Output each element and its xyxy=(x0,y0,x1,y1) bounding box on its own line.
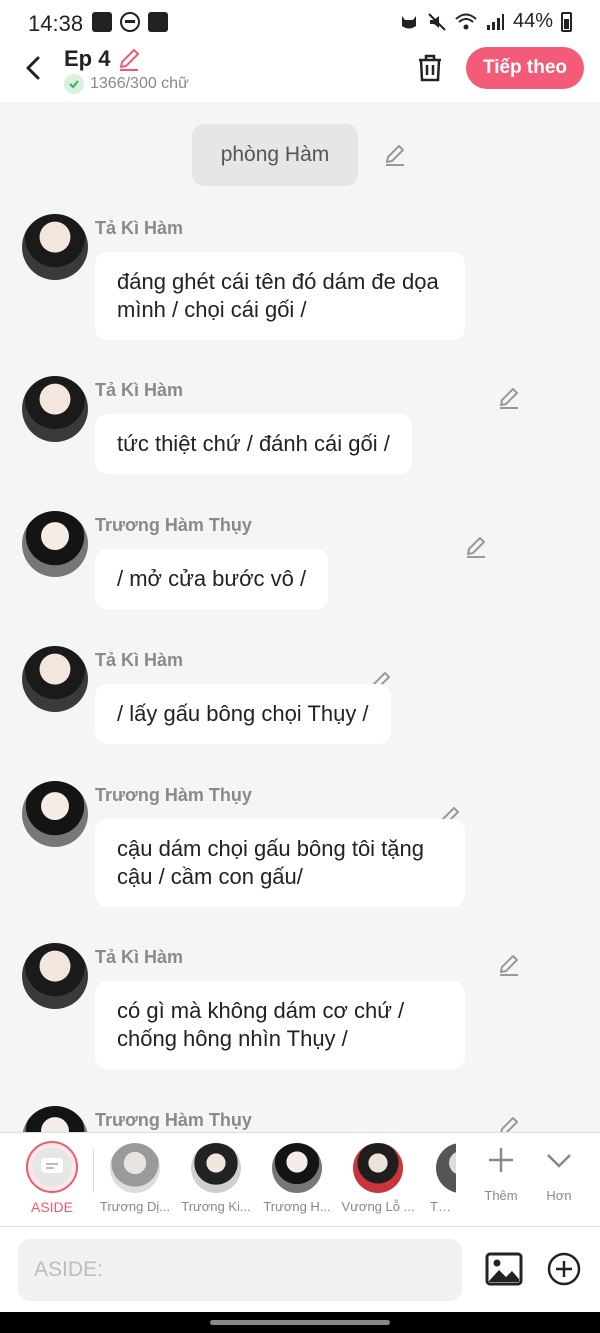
add-character-button[interactable]: Thêm xyxy=(476,1145,526,1203)
message-bubble[interactable]: / lấy gấu bông chọi Thụy / xyxy=(95,684,391,744)
character-name: Vương Lỗ ... xyxy=(341,1199,415,1214)
mute-icon xyxy=(428,12,446,31)
add-circle-icon[interactable] xyxy=(546,1251,582,1287)
message-bubble[interactable]: cậu dám chọi gấu bông tôi tặng cậu / cầm… xyxy=(95,819,465,907)
message-bubble[interactable]: đáng ghét cái tên đó dám đe dọa mình / c… xyxy=(95,252,465,340)
character-name: Trương Dị... xyxy=(99,1199,171,1214)
cat-icon xyxy=(401,15,416,28)
notification-icons xyxy=(92,12,168,32)
sender-name: Tả Kì Hàm xyxy=(95,947,184,967)
sender-name: Tả Kì Hàm xyxy=(95,650,184,670)
sender-name: Trương Hàm Thụy xyxy=(95,1110,252,1130)
avatar[interactable] xyxy=(22,511,88,577)
avatar[interactable] xyxy=(22,943,88,1009)
status-time: 14:38 xyxy=(28,11,84,36)
plus-icon xyxy=(489,1148,513,1172)
composer xyxy=(0,1226,600,1312)
chat-area[interactable]: phòng Hàm Tả Kì Hàm đáng ghét cái tên đó… xyxy=(0,102,600,1132)
character-item[interactable]: Vương Lỗ ... xyxy=(339,1143,417,1214)
message-bubble[interactable]: tức thiệt chứ / đánh cái gối / xyxy=(95,414,412,474)
message-bubble[interactable]: có gì mà không dám cơ chứ / chống hông n… xyxy=(95,981,465,1069)
aside-label: ASIDE xyxy=(30,1199,73,1215)
chevron-down-icon xyxy=(547,1154,571,1168)
episode-title: Ep 4 xyxy=(64,46,111,71)
home-indicator[interactable] xyxy=(210,1320,390,1325)
image-icon[interactable] xyxy=(484,1249,524,1289)
character-item[interactable]: Trương Dị... xyxy=(96,1143,174,1214)
system-nav-bar xyxy=(0,1312,600,1333)
avatar[interactable] xyxy=(22,376,88,442)
scene-label[interactable]: phòng Hàm xyxy=(192,124,358,186)
add-label: Thêm xyxy=(484,1188,518,1203)
wifi-icon xyxy=(455,13,477,29)
check-icon xyxy=(64,74,84,94)
edit-message-icon[interactable] xyxy=(496,952,522,978)
battery-percent: 44% xyxy=(512,10,553,32)
avatar[interactable] xyxy=(22,646,88,712)
more-label: Hơn xyxy=(546,1188,572,1203)
character-avatar xyxy=(353,1143,403,1193)
character-avatar xyxy=(436,1143,456,1193)
avatar[interactable] xyxy=(22,214,88,280)
aside-input[interactable] xyxy=(18,1239,462,1301)
aside-avatar xyxy=(26,1141,78,1193)
sender-name: Trương Hàm Thụy xyxy=(95,515,252,535)
back-arrow-icon[interactable] xyxy=(18,52,50,84)
character-strip: ASIDE Trương Dị... Trương Ki... Trương H… xyxy=(0,1132,600,1226)
pencil-icon[interactable] xyxy=(116,46,142,72)
sender-name: Tả Kì Hàm xyxy=(95,380,184,400)
word-count: 1366/300 chữ xyxy=(90,75,189,92)
next-button[interactable]: Tiếp theo xyxy=(466,47,584,89)
character-avatar xyxy=(272,1143,322,1193)
episode-title-row[interactable]: Ep 4 xyxy=(64,46,142,72)
chat-bubble-icon xyxy=(41,1158,63,1173)
edit-message-icon[interactable] xyxy=(496,1114,522,1132)
edit-message-icon[interactable] xyxy=(496,385,522,411)
sender-name: Trương Hàm Thụy xyxy=(95,785,252,805)
episode-header: Ep 4 1366/300 chữ Tiếp theo xyxy=(0,46,600,102)
gallery-notification-icon xyxy=(92,12,112,32)
character-item[interactable]: Tả K xyxy=(420,1143,456,1214)
character-name: Trương Ki... xyxy=(181,1199,251,1214)
edit-scene-icon[interactable] xyxy=(382,142,408,168)
character-item[interactable]: Trương H... xyxy=(258,1143,336,1214)
character-avatar xyxy=(191,1143,241,1193)
character-item[interactable]: Trương Ki... xyxy=(177,1143,255,1214)
task-notification-icon xyxy=(148,12,168,32)
aside-tab[interactable]: ASIDE xyxy=(22,1141,82,1215)
trash-icon[interactable] xyxy=(414,52,446,84)
avatar[interactable] xyxy=(22,1106,88,1132)
more-button[interactable]: Hơn xyxy=(534,1145,584,1203)
battery-icon xyxy=(561,11,572,32)
system-icons: 44% xyxy=(399,10,572,33)
character-name: Tả K xyxy=(430,1199,456,1214)
strip-divider xyxy=(93,1149,94,1193)
edit-message-icon[interactable] xyxy=(463,534,489,560)
word-count-row: 1366/300 chữ xyxy=(64,74,189,94)
signal-icon xyxy=(486,13,504,30)
status-bar: 14:38 44% xyxy=(0,0,600,46)
sender-name: Tả Kì Hàm xyxy=(95,218,184,238)
message-bubble[interactable]: / mở cửa bước vô / xyxy=(95,549,329,609)
character-name: Trương H... xyxy=(263,1199,331,1214)
avatar[interactable] xyxy=(22,781,88,847)
character-avatar xyxy=(110,1143,160,1193)
dnd-icon xyxy=(120,12,140,32)
